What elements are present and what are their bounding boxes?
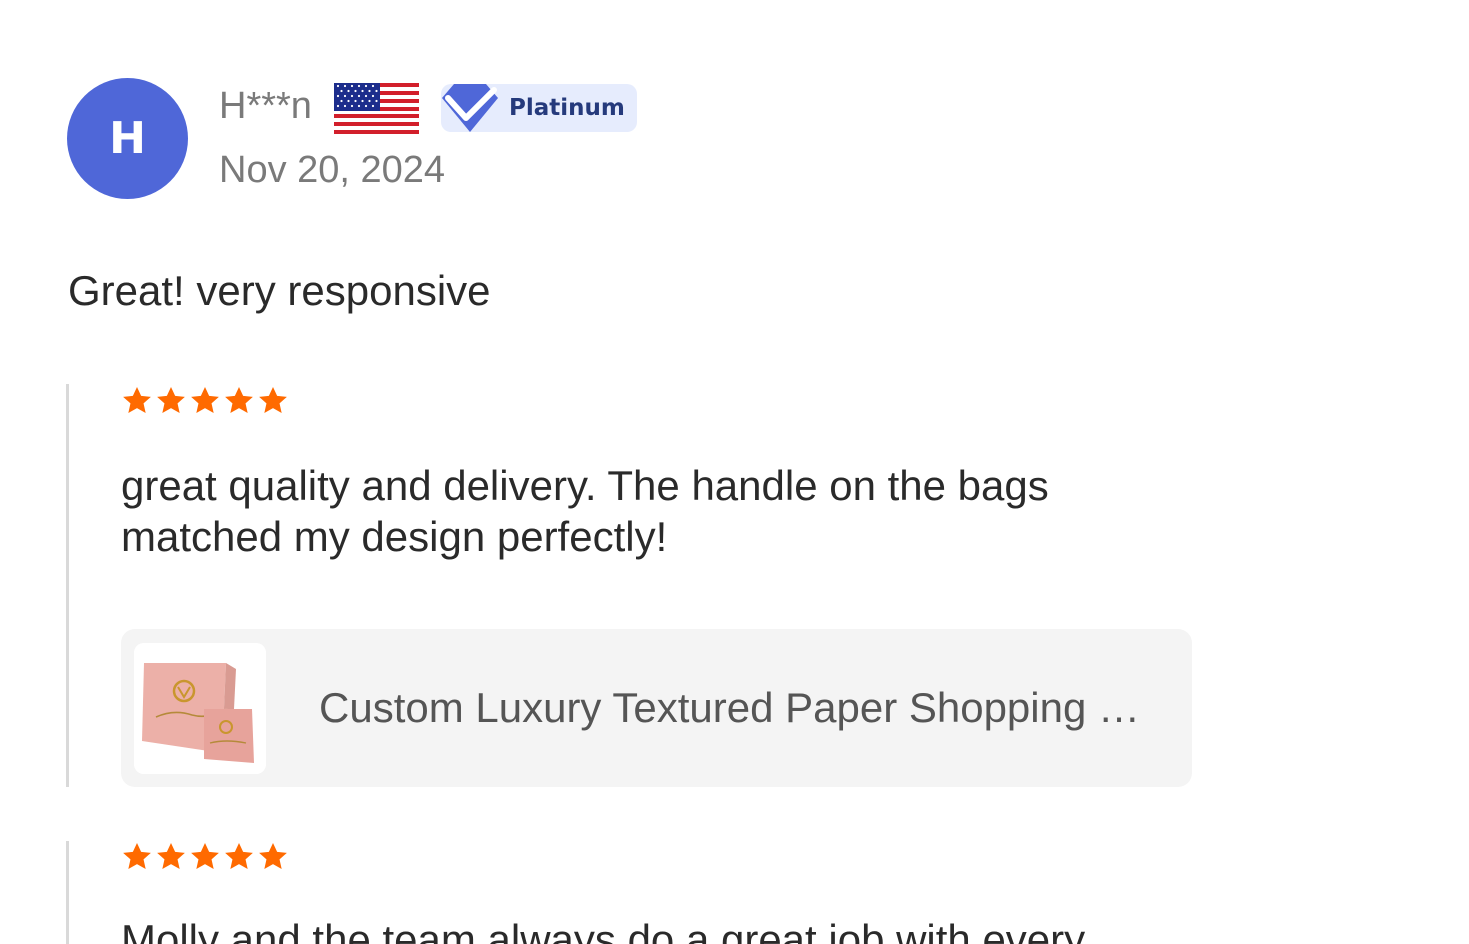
star-icon: [191, 387, 219, 413]
product-title[interactable]: Custom Luxury Textured Paper Shopping Ba…: [319, 683, 1149, 733]
review-summary: Great! very responsive: [68, 267, 491, 314]
star-rating: [121, 841, 289, 873]
star-icon: [191, 843, 219, 869]
star-icon: [225, 387, 253, 413]
product-link-card[interactable]: Custom Luxury Textured Paper Shopping Ba…: [121, 629, 1192, 787]
reviewer-name: H***n: [219, 85, 312, 127]
star-icon: [157, 843, 185, 869]
verified-check-icon: [442, 84, 498, 132]
star-icon: [157, 387, 185, 413]
us-flag-icon: [334, 83, 419, 134]
review-comment: great quality and delivery. The handle o…: [121, 462, 1049, 560]
badge-label: Platinum: [509, 95, 625, 121]
review-comment: Molly and the team always do a great job…: [121, 916, 1086, 944]
star-icon: [259, 387, 287, 413]
pink-paper-shopping-bags-image: [134, 643, 266, 774]
review-quote-bar: [66, 841, 69, 944]
review-date: Nov 20, 2024: [219, 149, 446, 191]
avatar: H: [67, 78, 188, 199]
review-quote-bar: [66, 384, 69, 787]
star-icon: [123, 387, 151, 413]
product-thumbnail: [134, 643, 266, 774]
star-icon: [123, 843, 151, 869]
star-icon: [259, 843, 287, 869]
platinum-badge: Platinum: [441, 84, 637, 132]
star-icon: [225, 843, 253, 869]
star-rating: [121, 385, 289, 417]
